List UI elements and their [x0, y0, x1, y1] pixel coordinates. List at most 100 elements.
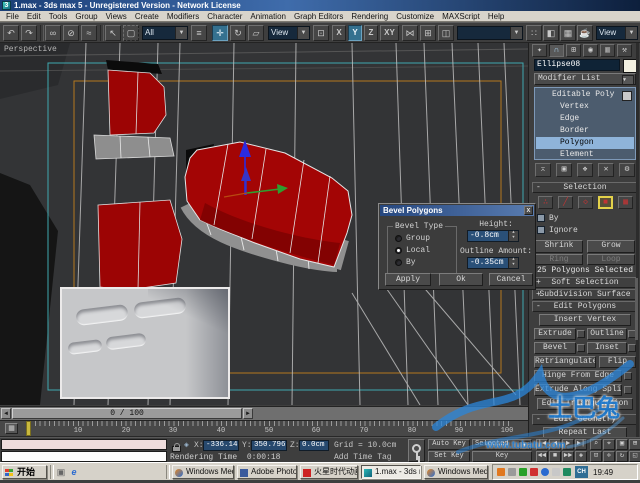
quick-launch-desktop-icon[interactable]: ▣ — [56, 467, 66, 477]
redo-icon[interactable]: ↷ — [21, 25, 37, 41]
align-icon[interactable]: ⊞ — [420, 25, 436, 41]
tab-hierarchy-icon[interactable]: ⊞ — [566, 44, 581, 57]
hinge-settings-button[interactable] — [624, 372, 632, 380]
selection-filter-dropdown[interactable]: All▼ — [142, 26, 188, 40]
menu-maxscript[interactable]: MAXScript — [438, 12, 484, 21]
extrude-settings-button[interactable] — [577, 330, 585, 338]
stack-item-border[interactable]: Border — [536, 125, 634, 137]
set-key-button[interactable]: Set Key — [428, 451, 470, 462]
taskbar-item-huoxing[interactable]: 火星时代动画大... — [300, 465, 358, 479]
zoom-region-icon[interactable]: ⊡ — [590, 451, 602, 462]
select-and-rotate-icon[interactable]: ↻ — [230, 25, 246, 41]
extrude-along-spline-settings-button[interactable] — [624, 386, 632, 394]
absolute-offset-icon[interactable]: ◈ — [184, 440, 189, 450]
taskbar-item-photoshop[interactable]: Adobe Photoshop — [237, 465, 297, 479]
subobject-border-icon[interactable]: ◇ — [578, 196, 593, 209]
menu-graph-editors[interactable]: Graph Editors — [290, 12, 347, 21]
menu-animation[interactable]: Animation — [246, 12, 290, 21]
next-frame-icon[interactable]: ► — [243, 408, 253, 419]
radio-group-label[interactable]: Group — [406, 234, 430, 243]
select-by-name-icon[interactable]: ≡ — [191, 25, 207, 41]
tray-icon[interactable] — [563, 468, 571, 476]
subobject-element-icon[interactable]: ▦ — [618, 196, 633, 209]
rendered-frame-inset[interactable] — [60, 287, 230, 399]
ok-button[interactable]: Ok — [439, 273, 483, 286]
menu-edit[interactable]: Edit — [23, 12, 45, 21]
stop-icon[interactable]: ■ — [549, 451, 561, 462]
cancel-button[interactable]: Cancel — [489, 273, 533, 286]
stack-item-edge[interactable]: Edge — [536, 113, 634, 125]
menu-help[interactable]: Help — [484, 12, 508, 21]
stack-item-element[interactable]: Element — [536, 149, 634, 161]
axis-y-button[interactable]: Y — [348, 25, 362, 41]
retriangulate-button[interactable]: Retriangulate — [534, 356, 596, 368]
render-scene-icon[interactable]: ▦ — [560, 25, 576, 41]
grow-button[interactable]: Grow — [587, 240, 635, 253]
rollout-edit-geometry[interactable]: -Edit Geometry — [532, 414, 638, 425]
go-to-start-icon[interactable]: |◄ — [536, 439, 548, 450]
title-bar[interactable]: 3 1.max - 3ds max 5 - Unregistered Versi… — [0, 0, 640, 11]
tab-display-icon[interactable]: ▥ — [600, 44, 615, 57]
reference-coordinate-system-dropdown[interactable]: View▼ — [268, 26, 310, 40]
stack-item-vertex[interactable]: Vertex — [536, 101, 634, 113]
rollout-subdivision-surface[interactable]: +Subdivision Surface — [532, 289, 638, 300]
quick-render-icon[interactable]: ☕ — [577, 25, 593, 41]
tray-icon[interactable] — [519, 468, 527, 476]
taskbar-item-3dsmax[interactable]: 1.max - 3ds max ... — [361, 465, 421, 479]
menu-create[interactable]: Create — [131, 12, 163, 21]
tray-icon[interactable] — [508, 468, 516, 476]
previous-frame-icon[interactable]: ◄ — [549, 439, 561, 450]
ring-button[interactable]: Ring — [535, 254, 583, 265]
pin-stack-icon[interactable]: ⌅ — [535, 163, 551, 177]
axis-xy-button[interactable]: XY — [380, 25, 399, 41]
taskbar-item-wmp[interactable]: Windows Media P... — [172, 465, 234, 479]
current-frame-marker[interactable] — [26, 421, 31, 436]
subobject-edge-icon[interactable]: ╱ — [558, 196, 573, 209]
y-coordinate-field[interactable]: 350.796 — [251, 440, 287, 451]
rewind-icon[interactable]: ◄◄ — [536, 451, 548, 462]
inset-settings-button[interactable] — [628, 344, 636, 352]
arc-rotate-icon[interactable]: ↻ — [616, 451, 628, 462]
menu-file[interactable]: File — [2, 12, 23, 21]
layer-manager-icon[interactable]: ◫ — [438, 25, 454, 41]
outline-amount-field[interactable]: -0.35cm ▲▼ — [467, 257, 519, 269]
outline-button[interactable]: Outline — [587, 328, 627, 340]
menu-customize[interactable]: Customize — [392, 12, 438, 21]
menu-group[interactable]: Group — [71, 12, 101, 21]
inset-button[interactable]: Inset — [587, 342, 627, 354]
radio-local[interactable] — [395, 247, 402, 254]
stack-item-polygon[interactable]: Polygon — [536, 137, 634, 149]
dialog-title-bar[interactable]: Bevel Polygons — [380, 205, 534, 216]
tray-icon[interactable] — [530, 468, 538, 476]
material-editor-icon[interactable]: ◧ — [543, 25, 559, 41]
radio-group[interactable] — [395, 235, 402, 242]
rollout-selection[interactable]: -Selection — [532, 182, 638, 193]
extrude-button[interactable]: Extrude — [534, 328, 576, 340]
quick-launch-ie-icon[interactable]: e — [69, 467, 79, 477]
subobject-vertex-icon[interactable]: ∴ — [538, 196, 553, 209]
menu-views[interactable]: Views — [102, 12, 131, 21]
menu-tools[interactable]: Tools — [45, 12, 72, 21]
loop-button[interactable]: Loop — [587, 254, 635, 265]
fast-forward-icon[interactable]: ►► — [562, 451, 574, 462]
go-to-end-icon[interactable]: ►| — [575, 439, 587, 450]
z-coordinate-field[interactable]: 0.0cm — [299, 440, 329, 451]
ignore-backfacing-checkbox[interactable] — [537, 226, 545, 234]
show-end-result-icon[interactable]: ▣ — [556, 163, 572, 177]
scrollbar-thumb[interactable] — [635, 278, 638, 340]
time-slider-handle[interactable]: 0 / 100 — [12, 408, 242, 419]
select-and-move-icon[interactable]: ✛ — [212, 25, 228, 41]
radio-local-label[interactable]: Local — [406, 246, 430, 255]
start-button[interactable]: 开始 — [2, 465, 47, 479]
taskbar-clock[interactable]: 19:49 — [593, 468, 613, 477]
schematic-view-icon[interactable]: ∷ — [526, 25, 542, 41]
rectangular-selection-region-icon[interactable]: ▢ — [123, 25, 139, 41]
apply-button[interactable]: Apply — [385, 273, 431, 286]
zoom-icon[interactable]: ⌕ — [590, 439, 602, 450]
menu-modifiers[interactable]: Modifiers — [163, 12, 203, 21]
rollout-edit-polygons[interactable]: -Edit Polygons — [532, 301, 638, 312]
language-indicator[interactable]: CH — [575, 466, 588, 478]
undo-icon[interactable]: ↶ — [3, 25, 19, 41]
menu-character[interactable]: Character — [203, 12, 246, 21]
auto-key-button[interactable]: Auto Key — [428, 439, 470, 450]
